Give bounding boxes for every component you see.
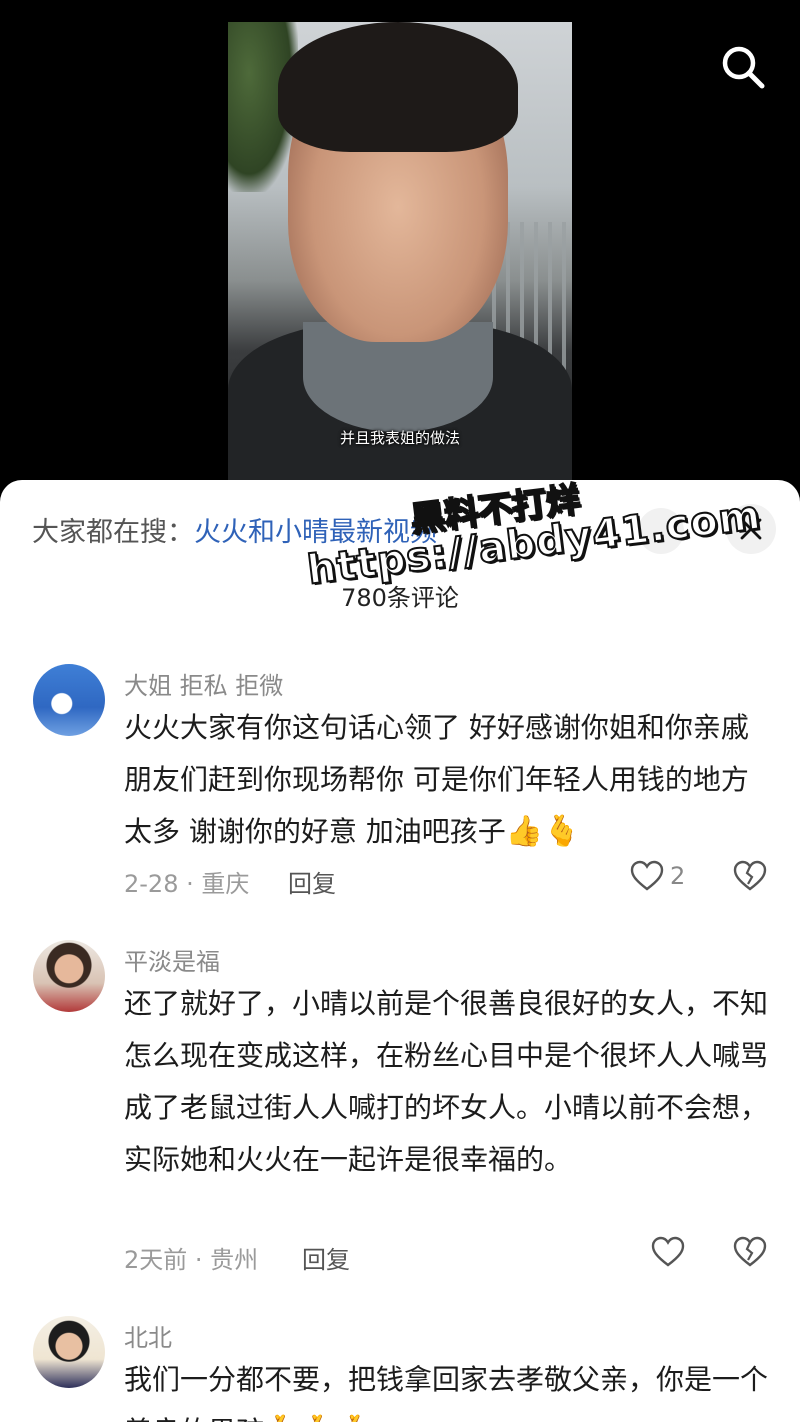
- broken-heart-icon: [733, 860, 767, 891]
- dislike-button[interactable]: [733, 1236, 767, 1272]
- person-hair: [278, 22, 518, 152]
- expand-icon[interactable]: [638, 508, 684, 554]
- comments-sheet: 大家都在搜：火火和小晴最新视频 780条评论 黑料不打烊 https://abd…: [0, 480, 800, 1422]
- broken-heart-icon: [733, 1236, 767, 1267]
- comment-count: 780条评论: [341, 584, 459, 612]
- comment-meta: 2-28 · 重庆: [124, 870, 250, 898]
- heart-icon: [630, 860, 664, 891]
- video-subtitle: 并且我表姐的做法: [339, 429, 460, 447]
- comment-emojis: 👍🫰: [505, 814, 581, 849]
- comment-username[interactable]: 大姐 拒私 拒微: [124, 666, 283, 701]
- sheet-header: 大家都在搜：火火和小晴最新视频 780条评论 黑料不打烊 https://abd…: [0, 480, 800, 620]
- avatar[interactable]: [33, 940, 105, 1012]
- close-icon: [740, 518, 762, 540]
- comment-username[interactable]: 平淡是福: [124, 942, 220, 977]
- reply-button[interactable]: 回复: [302, 1240, 350, 1275]
- comment-text: 我们一分都不要，把钱拿回家去孝敬父亲，你是一个善良的男孩🫰🫰🫰: [124, 1354, 774, 1422]
- trending-search-link[interactable]: 火火和小晴最新视频: [194, 517, 437, 548]
- comment-username[interactable]: 北北: [124, 1318, 172, 1353]
- heart-icon: [651, 1236, 685, 1267]
- comment-emojis: 🫰🫰🫰: [264, 1414, 376, 1422]
- comment-text: 还了就好了，小晴以前是个很善良很好的女人，不知怎么现在变成这样，在粉丝心目中是个…: [124, 987, 769, 1176]
- search-icon[interactable]: [718, 42, 768, 92]
- comment-text: 火火大家有你这句话心领了 好好感谢你姐和你亲戚朋友们赶到你现场帮你 可是你们年轻…: [124, 702, 774, 858]
- close-button[interactable]: [726, 504, 776, 554]
- comment-body: 火火大家有你这句话心领了 好好感谢你姐和你亲戚朋友们赶到你现场帮你 可是你们年轻…: [124, 711, 749, 848]
- avatar[interactable]: [33, 664, 105, 736]
- video-frame[interactable]: 并且我表姐的做法: [228, 22, 572, 492]
- like-count: 2: [670, 862, 686, 890]
- reply-button[interactable]: 回复: [288, 864, 336, 899]
- video-player[interactable]: 并且我表姐的做法: [0, 0, 800, 520]
- like-button[interactable]: [651, 1236, 685, 1268]
- trending-search-hint[interactable]: 大家都在搜：火火和小晴最新视频: [32, 510, 437, 549]
- dislike-button[interactable]: [733, 860, 767, 896]
- comment-body: 我们一分都不要，把钱拿回家去孝敬父亲，你是一个善良的男孩: [124, 1363, 769, 1422]
- trending-search-prefix: 大家都在搜：: [32, 517, 194, 548]
- avatar[interactable]: [33, 1316, 105, 1388]
- comment-meta: 2天前 · 贵州: [124, 1246, 259, 1274]
- like-button[interactable]: 2: [630, 860, 685, 892]
